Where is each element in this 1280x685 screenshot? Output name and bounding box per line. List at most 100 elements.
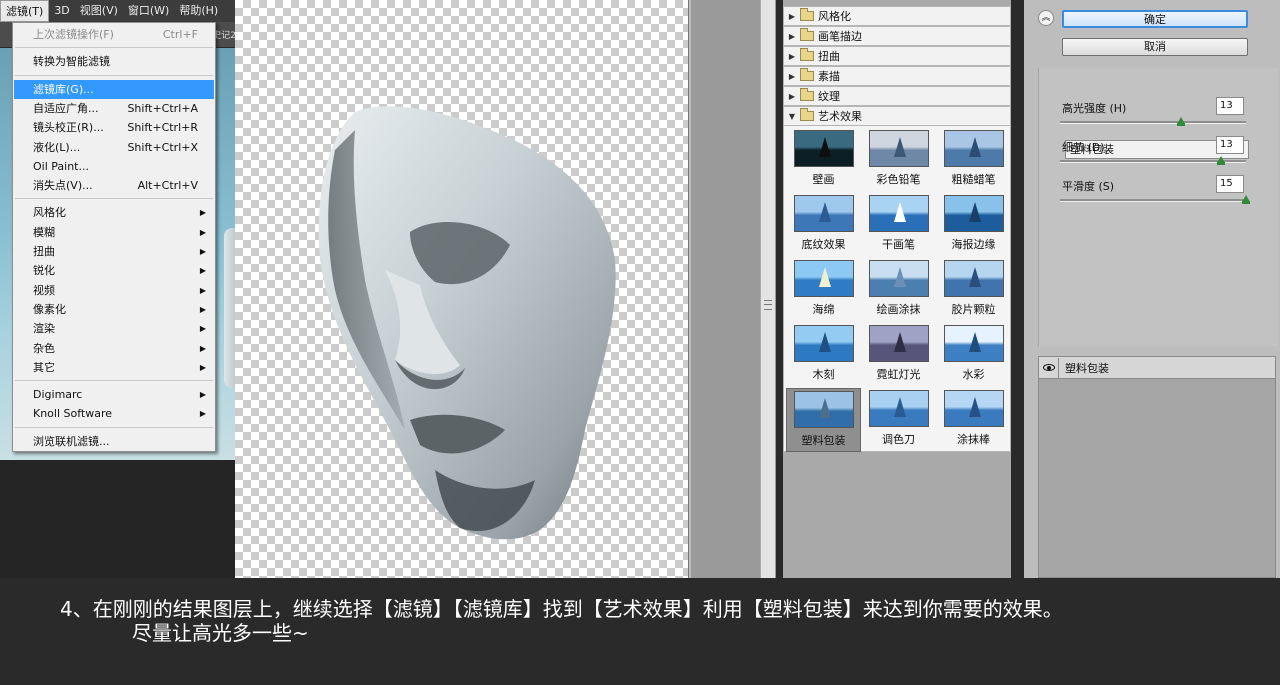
filter-menu-item[interactable]: 杂色 ▶ — [14, 339, 214, 358]
thumbnail-label: 塑料包装 — [801, 434, 846, 447]
menu-filter[interactable]: 滤镜(T) — [0, 0, 50, 22]
slider-knob-icon[interactable] — [1176, 117, 1185, 126]
category-scrollbar[interactable] — [760, 0, 775, 578]
menu-item-label: 扭曲 — [33, 245, 55, 258]
filter-thumbnail[interactable]: 壁画 — [786, 128, 861, 192]
cancel-button[interactable]: 取消 — [1062, 38, 1248, 56]
filter-category[interactable]: ▶ 风格化 — [783, 6, 1011, 26]
filter-thumbnail[interactable]: 调色刀 — [861, 388, 936, 452]
menu-item-label: 上次滤镜操作(F) — [33, 28, 114, 41]
menu-item-label: 渲染 — [33, 322, 55, 336]
filter-thumbnail[interactable]: 底纹效果 — [786, 193, 861, 257]
folder-icon — [800, 68, 814, 81]
filter-thumbnail[interactable]: 粗糙蜡笔 — [936, 128, 1011, 192]
expanded-arrow-icon[interactable]: ▼ — [784, 112, 800, 121]
filter-thumbnail[interactable]: 海报边缘 — [936, 193, 1011, 257]
submenu-arrow-icon: ▶ — [199, 208, 206, 218]
filter-thumbnail[interactable]: 霓虹灯光 — [861, 323, 936, 387]
menu-separator — [15, 74, 213, 76]
menu-view[interactable]: 视图(V) — [75, 0, 123, 22]
visibility-toggle[interactable] — [1039, 357, 1059, 378]
menu-help[interactable]: 帮助(H) — [174, 0, 223, 22]
filter-menu-item[interactable]: 渲染 ▶ — [14, 319, 214, 338]
filter-category[interactable]: ▶ 纹理 — [783, 86, 1011, 106]
ok-button[interactable]: 确定 — [1062, 10, 1248, 28]
menu-item-label: 其它 — [33, 360, 55, 374]
filter-thumbnail[interactable]: 彩色铅笔 — [861, 128, 936, 192]
collapsed-arrow-icon[interactable]: ▶ — [784, 72, 800, 81]
filter-thumbnail[interactable]: 木刻 — [786, 323, 861, 387]
thumbnail-label: 霓虹灯光 — [876, 368, 921, 381]
filter-menu-item[interactable]: 模糊 ▶ — [14, 223, 214, 242]
menu-3d[interactable]: 3D — [49, 0, 74, 22]
filter-menu-item[interactable]: 消失点(V)... Alt+Ctrl+V — [14, 176, 214, 195]
collapsed-arrow-icon[interactable]: ▶ — [784, 12, 800, 21]
filter-category[interactable]: ▶ 扭曲 — [783, 46, 1011, 66]
menu-item-label: 滤镜库(G)... — [33, 82, 94, 96]
collapse-up-icon[interactable]: ︽ — [1038, 10, 1054, 26]
menu-item-label: 锐化 — [33, 264, 55, 278]
slider-knob-icon[interactable] — [1217, 156, 1226, 165]
filter-thumbnail[interactable]: 塑料包装 — [786, 388, 861, 452]
filter-category[interactable]: ▼ 艺术效果 — [783, 106, 1011, 126]
filter-menu-item[interactable]: 风格化 ▶ — [14, 203, 214, 222]
thumbnail-label: 干画笔 — [882, 238, 915, 251]
param-slider[interactable] — [1060, 195, 1250, 204]
filter-menu-item[interactable]: Knoll Software ▶ — [14, 404, 214, 423]
filter-menu-item[interactable]: 滤镜库(G)... — [14, 79, 214, 99]
param-value-input[interactable]: 15 — [1216, 175, 1244, 193]
filter-menu-item[interactable]: 自适应广角... Shift+Ctrl+A — [14, 99, 214, 118]
filter-thumbnail[interactable]: 干画笔 — [861, 193, 936, 257]
thumbnail-label: 胶片颗粒 — [951, 303, 996, 316]
menu-item-label: Knoll Software — [33, 407, 113, 421]
filter-menu-item[interactable]: 镜头校正(R)... Shift+Ctrl+R — [14, 118, 214, 137]
dark-workspace — [0, 460, 235, 578]
caption-line-2: 尽量让高光多一些~ — [132, 621, 309, 645]
slider-knob-icon[interactable] — [1242, 195, 1250, 204]
filter-category[interactable]: ▶ 素描 — [783, 66, 1011, 86]
collapsed-arrow-icon[interactable]: ▶ — [784, 92, 800, 101]
filter-category[interactable]: ▶ 画笔描边 — [783, 26, 1011, 46]
filter-menu-item[interactable]: 浏览联机滤镜... — [14, 432, 214, 451]
menu-item-label: Digimarc — [33, 388, 83, 402]
menu-separator — [15, 47, 213, 49]
filter-menu: 上次滤镜操作(F) Ctrl+F 转换为智能滤镜 滤镜库(G)... 自适应广角... S… — [12, 22, 216, 452]
effect-layer-row[interactable]: 塑料包装 — [1039, 357, 1275, 379]
filter-menu-item[interactable]: 扭曲 ▶ — [14, 242, 214, 261]
filter-menu-item[interactable]: 其它 ▶ — [14, 358, 214, 377]
param-value-input[interactable]: 13 — [1216, 97, 1244, 115]
filter-thumbnail[interactable]: 胶片颗粒 — [936, 258, 1011, 322]
thumbnail-preview — [868, 130, 929, 167]
filter-menu-item[interactable]: Digimarc ▶ — [14, 385, 214, 404]
filter-thumbnail[interactable]: 绘画涂抹 — [861, 258, 936, 322]
submenu-arrow-icon: ▶ — [199, 266, 206, 276]
filter-thumbnail[interactable]: 海绵 — [786, 258, 861, 322]
menu-shortcut: Shift+Ctrl+R — [127, 121, 198, 135]
param-label: 高光强度 (H) — [1062, 102, 1127, 115]
filter-menu-item[interactable]: 视频 ▶ — [14, 281, 214, 300]
thumbnail-label: 绘画涂抹 — [876, 303, 921, 316]
param-label: 细节 (D) — [1062, 141, 1105, 154]
filter-menu-item[interactable]: 像素化 ▶ — [14, 300, 214, 319]
param-label: 平滑度 (S) — [1062, 180, 1115, 193]
collapsed-arrow-icon[interactable]: ▶ — [784, 52, 800, 61]
param-slider[interactable] — [1060, 156, 1246, 165]
document-canvas[interactable] — [235, 0, 688, 578]
filter-menu-item[interactable]: Oil Paint... — [14, 157, 214, 176]
scroll-grip-icon[interactable] — [764, 300, 772, 310]
filter-menu-item[interactable]: 锐化 ▶ — [14, 261, 214, 280]
thumbnail-preview — [943, 130, 1004, 167]
collapsed-arrow-icon[interactable]: ▶ — [784, 32, 800, 41]
menu-shortcut: Alt+Ctrl+V — [137, 179, 198, 193]
filter-menu-item[interactable]: 液化(L)... Shift+Ctrl+X — [14, 138, 214, 157]
param-slider[interactable] — [1060, 117, 1246, 126]
filter-thumbnail[interactable]: 涂抹棒 — [936, 388, 1011, 452]
param-value-input[interactable]: 13 — [1216, 136, 1244, 154]
eye-icon — [1042, 364, 1055, 371]
folder-icon — [800, 48, 814, 61]
submenu-arrow-icon: ▶ — [199, 324, 206, 334]
menu-separator — [15, 426, 213, 428]
menu-window[interactable]: 窗口(W) — [123, 0, 174, 22]
filter-thumbnail[interactable]: 水彩 — [936, 323, 1011, 387]
filter-menu-item[interactable]: 转换为智能滤镜 — [14, 52, 214, 71]
